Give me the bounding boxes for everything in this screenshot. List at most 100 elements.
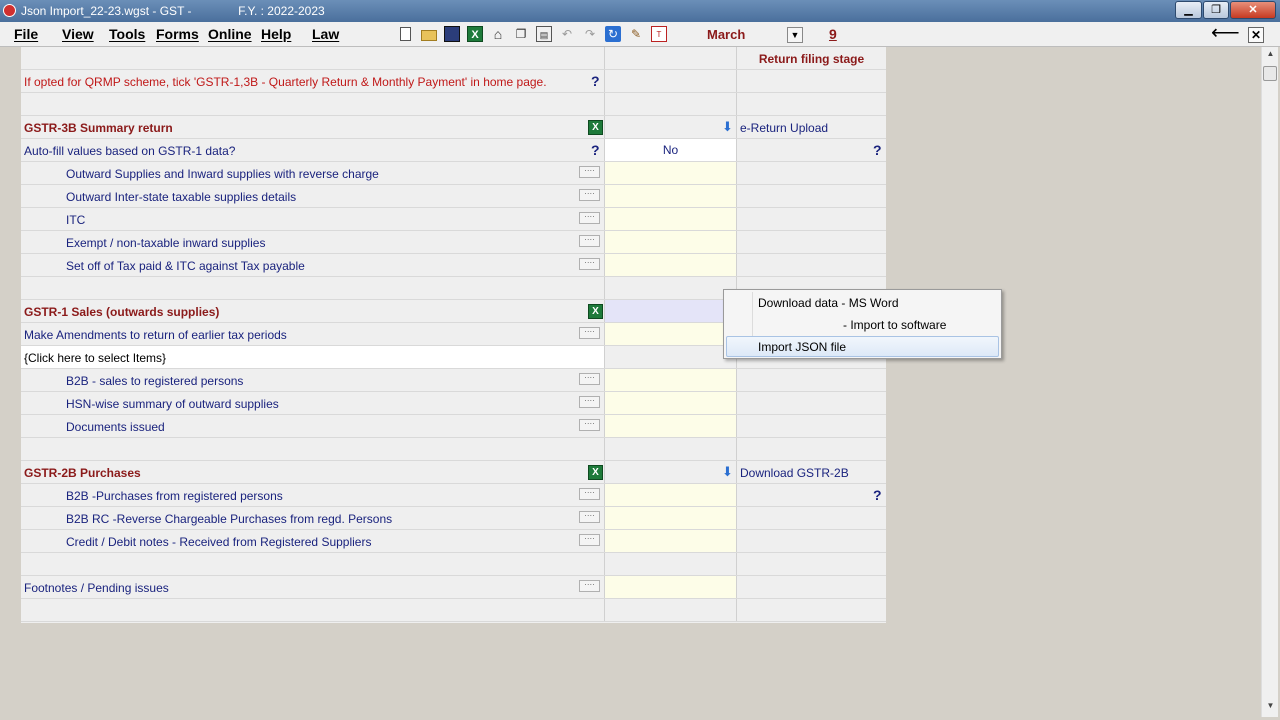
gstr2b-item-label: B2B RC -Reverse Chargeable Purchases fro… [66,512,393,526]
list-item[interactable]: Exempt / non-taxable inward supplies ···… [21,231,886,254]
value-cell[interactable] [604,300,737,322]
more-options-button[interactable]: ···· [579,327,600,339]
more-options-button[interactable]: ···· [579,373,600,385]
menu-view[interactable]: View [62,26,94,42]
more-options-button[interactable]: ···· [579,189,600,201]
blank-row [21,599,886,622]
select-items-link[interactable]: {Click here to select Items} [24,351,166,365]
menu-forms[interactable]: Forms [156,26,199,42]
autofill-value[interactable]: No [604,139,737,161]
undo-icon[interactable]: ↶ [559,26,575,42]
scrollbar-thumb[interactable] [1263,66,1277,81]
excel-icon[interactable]: X [588,120,603,135]
list-item[interactable]: Documents issued ···· [21,415,886,438]
redo-icon[interactable]: ↷ [582,26,598,42]
more-options-button[interactable]: ···· [579,235,600,247]
context-menu: Download data - MS Word - Import to soft… [723,289,1002,359]
list-item[interactable]: Outward Supplies and Inward supplies wit… [21,162,886,185]
scroll-up-icon[interactable]: ▲ [1264,49,1277,62]
blank-row [21,438,886,461]
list-item[interactable]: B2B RC -Reverse Chargeable Purchases fro… [21,507,886,530]
menu-tools[interactable]: Tools [109,26,145,42]
close-child-window-button[interactable]: ✕ [1248,27,1264,43]
more-options-button[interactable]: ···· [579,511,600,523]
menu-item-import-to-software[interactable]: - Import to software [843,318,946,332]
menu-item-download-ms-word[interactable]: Download data - MS Word [758,296,899,310]
gstr3b-title: GSTR-3B Summary return [24,121,173,135]
value-cell[interactable] [604,576,737,598]
gstr1-item-label: Documents issued [66,420,165,434]
vertical-scrollbar[interactable]: ▲ ▼ [1261,47,1278,717]
value-cell[interactable] [604,369,737,391]
more-options-button[interactable]: ···· [579,166,600,178]
ereturn-upload-link[interactable]: e-Return Upload [740,121,828,135]
excel-icon[interactable]: X [588,465,603,480]
list-item[interactable]: B2B -Purchases from registered persons ·… [21,484,886,507]
print-preview-icon[interactable]: ▤ [536,26,552,42]
excel-icon[interactable]: X [467,26,483,42]
value-cell[interactable] [604,530,737,552]
value-cell[interactable] [604,254,737,276]
menu-online[interactable]: Online [208,26,252,42]
list-item[interactable]: B2B - sales to registered persons ···· [21,369,886,392]
more-options-button[interactable]: ···· [579,580,600,592]
close-button[interactable]: ✕ [1230,1,1276,19]
menu-item-import-json-file[interactable]: Import JSON file [758,340,846,354]
value-cell[interactable] [604,162,737,184]
download-gstr2b-link[interactable]: Download GSTR-2B [740,466,849,480]
list-item[interactable]: HSN-wise summary of outward supplies ···… [21,392,886,415]
minimize-button[interactable]: ▁ [1175,1,1202,19]
more-options-button[interactable]: ···· [579,488,600,500]
menu-file[interactable]: File [14,26,38,42]
gstr3b-item-label: ITC [66,213,86,227]
download-icon[interactable]: ⬇ [722,464,733,480]
excel-icon[interactable]: X [588,304,603,319]
open-folder-icon[interactable] [421,30,437,41]
more-options-button[interactable]: ···· [579,396,600,408]
upload-icon[interactable]: ⬇ [722,119,733,135]
value-cell[interactable] [604,231,737,253]
list-item[interactable]: ITC ···· [21,208,886,231]
list-item[interactable]: Set off of Tax paid & ITC against Tax pa… [21,254,886,277]
scroll-down-icon[interactable]: ▼ [1264,701,1277,714]
menu-help[interactable]: Help [261,26,291,42]
month-label[interactable]: March [707,27,745,42]
value-cell[interactable] [604,415,737,437]
window-title: Json Import_22-23.wgst - GST - F.Y. : 20… [21,4,325,18]
copy-icon[interactable]: ❐ [513,26,529,42]
value-cell[interactable] [604,484,737,506]
value-cell[interactable] [604,323,737,345]
autofill-row: Auto-fill values based on GSTR-1 data? ?… [21,139,886,162]
value-cell[interactable] [604,185,737,207]
help-icon[interactable]: ? [591,73,600,89]
autofill-label: Auto-fill values based on GSTR-1 data? [24,144,236,158]
more-options-button[interactable]: ···· [579,534,600,546]
maximize-button[interactable]: ❐ [1203,1,1229,19]
value-cell[interactable] [604,507,737,529]
gstr3b-item-label: Outward Supplies and Inward supplies wit… [66,167,379,181]
gstr1-item-label: HSN-wise summary of outward supplies [66,397,279,411]
help-icon[interactable]: ? [591,142,600,158]
back-arrow-icon[interactable]: ⟵ [1211,23,1240,43]
more-options-button[interactable]: ···· [579,258,600,270]
day-label[interactable]: 9 [829,26,837,42]
new-doc-icon[interactable] [400,27,411,41]
more-options-button[interactable]: ···· [579,212,600,224]
return-filing-stage-header: Return filing stage [758,52,865,66]
menu-law[interactable]: Law [312,26,339,42]
home-icon[interactable]: ⌂ [490,26,506,42]
help-icon[interactable]: ? [873,142,882,158]
help-icon[interactable]: ? [873,487,882,503]
month-dropdown[interactable]: ▼ [787,27,803,43]
edit-icon[interactable]: ✎ [628,26,644,42]
refresh-icon[interactable]: ↻ [605,26,621,42]
value-cell[interactable] [604,208,737,230]
list-item[interactable]: Outward Inter-state taxable supplies det… [21,185,886,208]
tally-icon[interactable]: T [651,26,667,42]
value-cell[interactable] [604,392,737,414]
save-icon[interactable] [444,26,460,42]
footnotes-row[interactable]: Footnotes / Pending issues ···· [21,576,886,599]
gstr2b-item-label: B2B -Purchases from registered persons [66,489,283,503]
list-item[interactable]: Credit / Debit notes - Received from Reg… [21,530,886,553]
more-options-button[interactable]: ···· [579,419,600,431]
